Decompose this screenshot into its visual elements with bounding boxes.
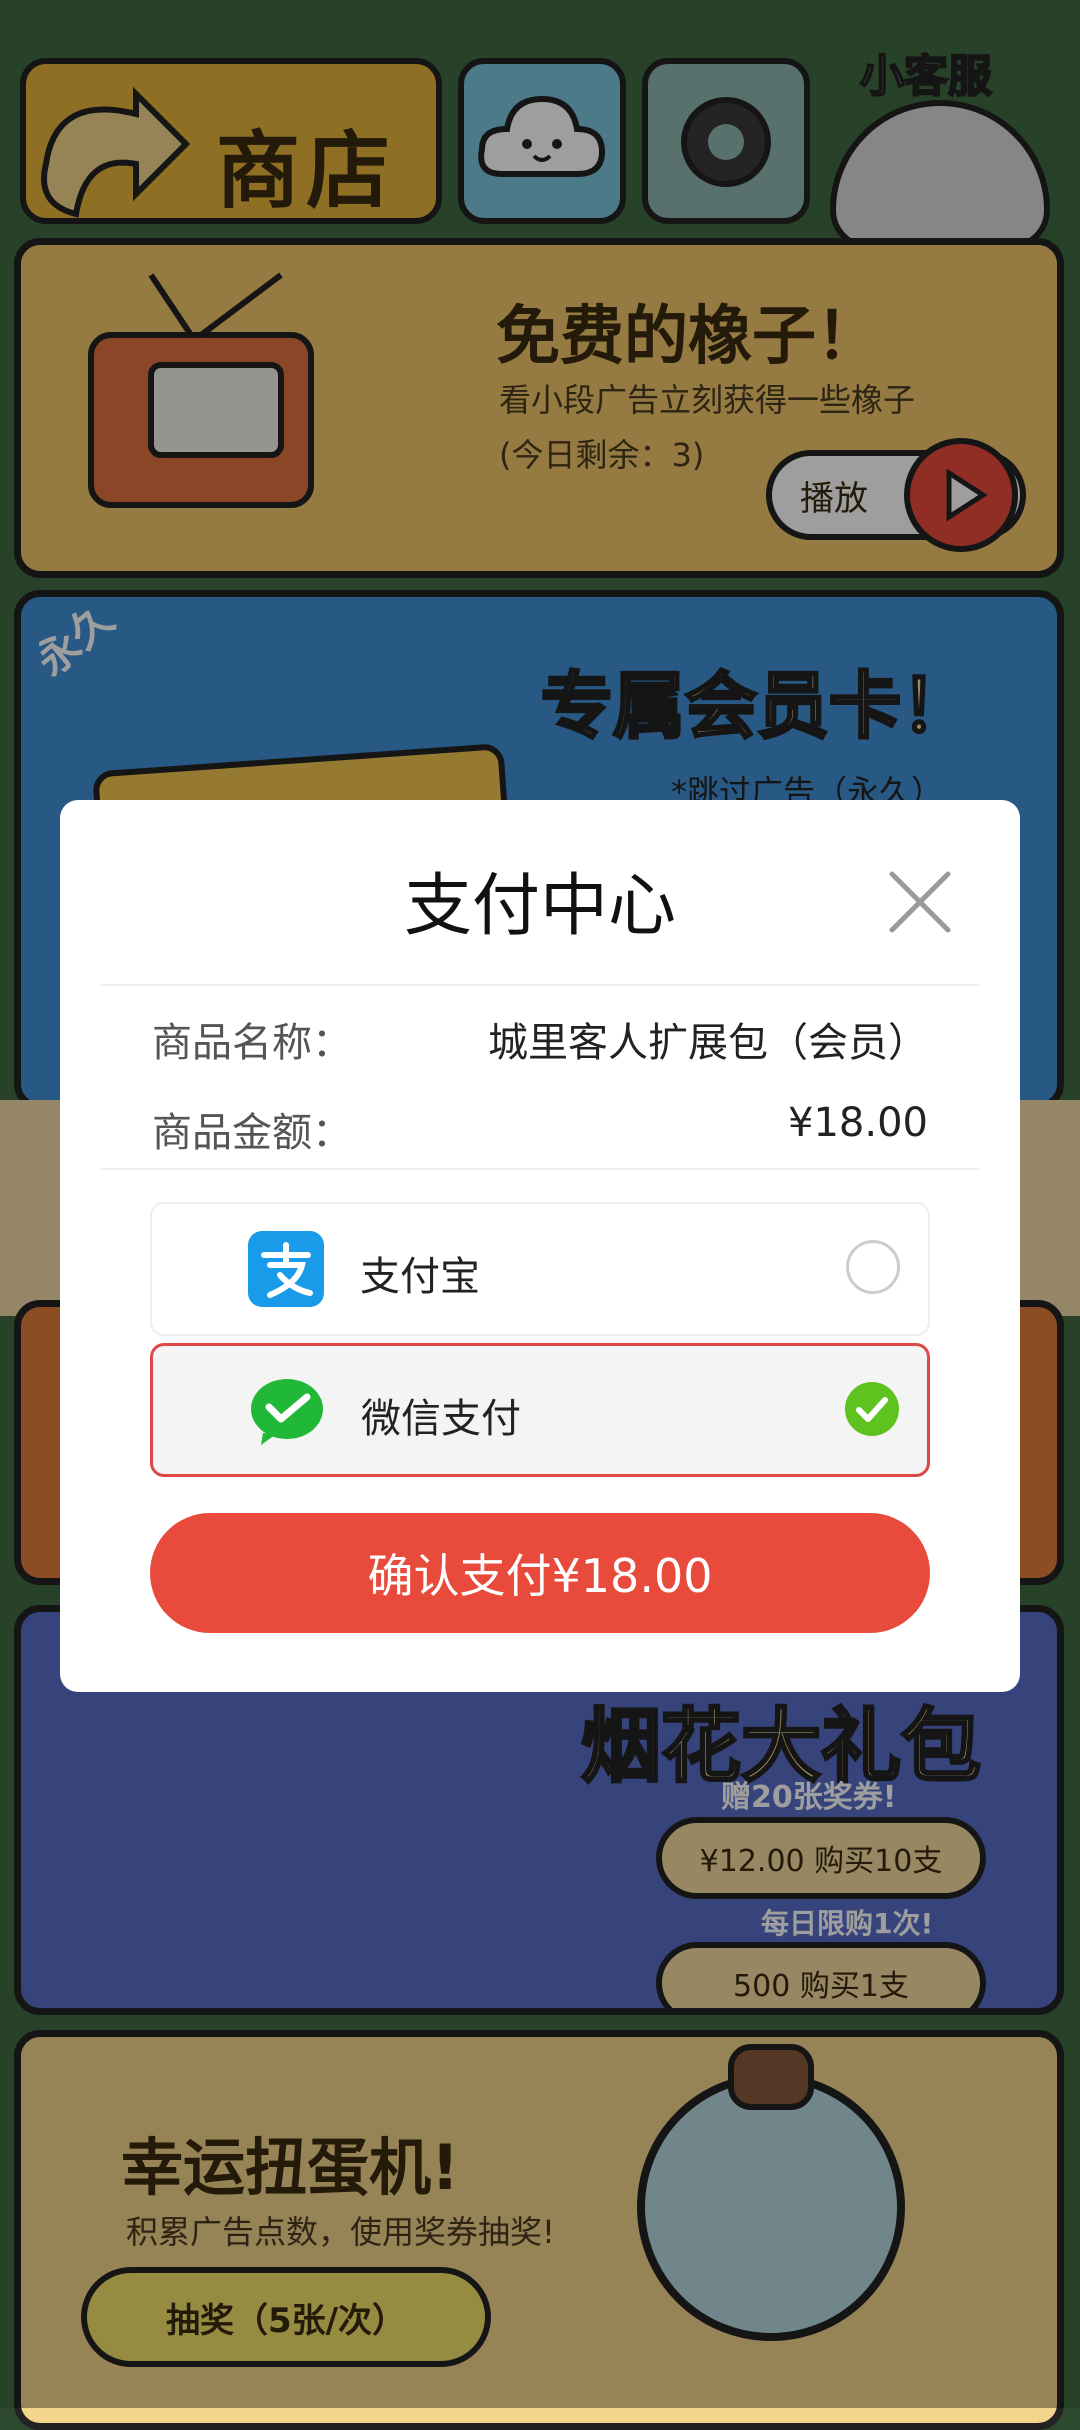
payment-dialog: 支付中心 商品名称： 城里客人扩展包（会员） 商品金额： ¥18.00 支付宝 … xyxy=(60,800,1020,1692)
product-name-value: 城里客人扩展包（会员） xyxy=(488,1020,928,1066)
title-divider xyxy=(100,984,980,986)
close-icon xyxy=(889,871,951,933)
amount-value: ¥18.00 xyxy=(788,1100,928,1146)
alipay-label: 支付宝 xyxy=(360,1254,480,1300)
payment-option-wechat[interactable]: 微信支付 xyxy=(150,1343,930,1477)
product-name-label: 商品名称： xyxy=(152,1020,352,1066)
confirm-payment-button[interactable]: 确认支付¥18.00 xyxy=(150,1513,930,1633)
amount-label: 商品金额： xyxy=(152,1110,352,1156)
confirm-payment-label: 确认支付¥18.00 xyxy=(367,1549,713,1603)
wechat-radio-checked[interactable] xyxy=(845,1382,899,1436)
info-divider xyxy=(100,1168,980,1170)
check-icon xyxy=(856,1397,888,1422)
close-button[interactable] xyxy=(878,860,962,944)
dialog-title: 支付中心 xyxy=(403,867,676,946)
payment-option-alipay[interactable]: 支付宝 xyxy=(150,1202,930,1336)
wechat-pay-label: 微信支付 xyxy=(361,1396,521,1442)
wechat-pay-icon xyxy=(251,1379,323,1445)
alipay-icon xyxy=(248,1231,324,1307)
alipay-radio[interactable] xyxy=(846,1240,900,1294)
